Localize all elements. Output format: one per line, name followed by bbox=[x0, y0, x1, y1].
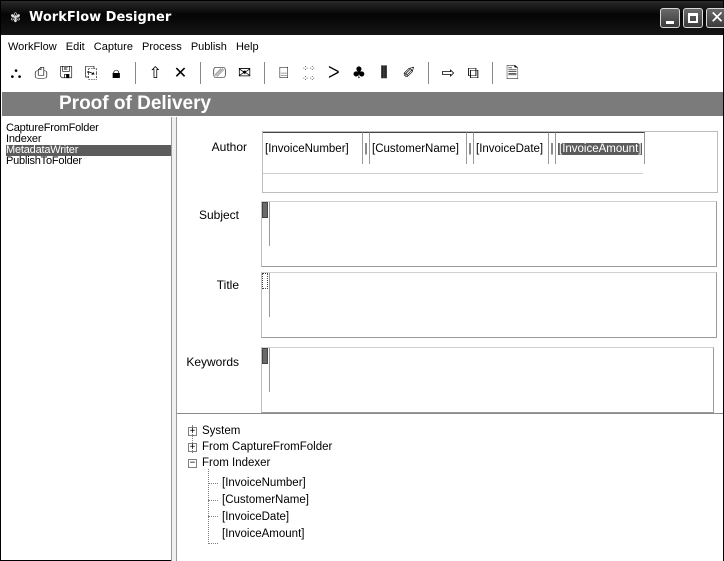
barcode-icon[interactable]: ⦀ bbox=[373, 61, 395, 85]
email-icon[interactable]: ✉ bbox=[234, 61, 256, 85]
maximize-button[interactable] bbox=[683, 8, 703, 28]
title-bar[interactable]: ✾ WorkFlow Designer ✕ bbox=[1, 1, 724, 35]
subject-label: Subject bbox=[198, 208, 239, 222]
author-label: Author bbox=[211, 140, 247, 154]
menu-publish[interactable]: Publish bbox=[188, 36, 230, 58]
save-as-icon[interactable]: ⎘ bbox=[80, 61, 102, 85]
keywords-field[interactable] bbox=[261, 347, 714, 413]
script-icon[interactable]: ✐ bbox=[398, 61, 420, 85]
title-cursor bbox=[262, 273, 268, 289]
author-field[interactable]: [InvoiceNumber] | [CustomerName] | [Invo… bbox=[262, 131, 718, 193]
tree-node-from-capture[interactable]: From CaptureFromFolder bbox=[202, 440, 332, 454]
close-button[interactable]: ✕ bbox=[706, 8, 724, 28]
new-workflow-icon[interactable]: ⛬ bbox=[5, 61, 27, 85]
menu-process[interactable]: Process bbox=[139, 36, 185, 58]
scan-icon[interactable]: ⌸ bbox=[273, 61, 295, 85]
toolbar-separator bbox=[263, 62, 265, 84]
toolbar-separator bbox=[428, 62, 430, 84]
expand-system-icon[interactable]: + bbox=[188, 427, 197, 436]
field-tree: + System + From CaptureFromFolder − From… bbox=[177, 413, 723, 561]
expand-capture-icon[interactable]: + bbox=[188, 443, 197, 452]
save-icon[interactable]: 🖫 bbox=[55, 61, 77, 85]
menu-help[interactable]: Help bbox=[233, 36, 262, 58]
tree-leaf-invoice-number[interactable]: [InvoiceNumber] bbox=[222, 476, 306, 490]
print-icon[interactable]: ⎙ bbox=[30, 61, 52, 85]
up-arrow-icon[interactable]: ⇧ bbox=[144, 61, 166, 85]
toolbar: ⛬ ⎙ 🖫 ⎘ 🔒︎ ⇧ ✕ ⎚ ✉ ⌸ ⁘⁘ ⁘⁘ ᐳ ♣ ⦀ ✐ ⇨ ⧉ 🗎︎ bbox=[1, 56, 723, 92]
workflow-step-list: CaptureFromFolder Indexer MetadataWriter… bbox=[6, 123, 172, 560]
app-icon: ✾ bbox=[10, 10, 21, 25]
meta-icon[interactable]: ♣ bbox=[348, 61, 370, 85]
window-title: WorkFlow Designer bbox=[29, 10, 172, 25]
menu-bar: WorkFlow Edit Capture Process Publish He… bbox=[1, 36, 723, 56]
publish-icon[interactable]: ⇨ bbox=[437, 61, 459, 85]
author-token[interactable]: [InvoiceNumber] bbox=[263, 132, 363, 164]
toolbar-separator bbox=[135, 62, 137, 84]
tree-node-system[interactable]: System bbox=[202, 424, 240, 438]
maximize-icon bbox=[688, 13, 698, 23]
lock-icon[interactable]: 🔒︎ bbox=[105, 61, 127, 85]
capture-folder-icon[interactable]: ⎚ bbox=[209, 61, 231, 85]
workflow-designer-window: ✾ WorkFlow Designer ✕ WorkFlow Edit Capt… bbox=[0, 0, 724, 561]
tree-connector bbox=[208, 469, 209, 544]
subject-cursor bbox=[262, 202, 268, 218]
keywords-cursor bbox=[262, 348, 268, 364]
tree-connector bbox=[208, 500, 218, 501]
minimize-icon bbox=[666, 21, 674, 24]
title-label: Title bbox=[216, 278, 239, 292]
menu-capture[interactable]: Capture bbox=[91, 36, 136, 58]
collapse-indexer-icon[interactable]: − bbox=[188, 459, 197, 468]
author-token-separator[interactable]: | bbox=[549, 132, 556, 164]
tree-leaf-invoice-amount[interactable]: [InvoiceAmount] bbox=[222, 527, 304, 541]
author-token[interactable]: [CustomerName] bbox=[370, 132, 467, 164]
author-token-separator[interactable]: | bbox=[363, 132, 370, 164]
title-field[interactable] bbox=[261, 272, 717, 338]
ocr-icon[interactable]: ⁘⁘ ⁘⁘ bbox=[298, 61, 320, 85]
tree-leaf-customer-name[interactable]: [CustomerName] bbox=[222, 493, 309, 507]
minimize-button[interactable] bbox=[660, 8, 680, 28]
delete-icon[interactable]: ✕ bbox=[169, 61, 191, 85]
author-token[interactable]: [InvoiceDate] bbox=[474, 132, 549, 164]
metadata-form: Author [InvoiceNumber] | [CustomerName] … bbox=[177, 117, 723, 413]
keywords-label: Keywords bbox=[186, 355, 239, 369]
workflow-header: Proof of Delivery bbox=[2, 92, 723, 116]
menu-workflow[interactable]: WorkFlow bbox=[5, 36, 60, 58]
author-token-selected[interactable]: [InvoiceAmount] bbox=[556, 132, 645, 164]
copy-icon[interactable]: ⧉ bbox=[462, 61, 484, 85]
author-token-separator[interactable]: | bbox=[467, 132, 474, 164]
tree-connector bbox=[208, 483, 218, 484]
tree-connector bbox=[208, 516, 218, 517]
close-icon: ✕ bbox=[710, 8, 724, 28]
tree-node-from-indexer[interactable]: From Indexer bbox=[202, 456, 270, 470]
menu-edit[interactable]: Edit bbox=[63, 36, 88, 58]
tree-connector bbox=[208, 543, 218, 544]
toolbar-separator bbox=[492, 62, 494, 84]
toolbar-separator bbox=[199, 62, 201, 84]
workflow-name: Proof of Delivery bbox=[59, 93, 212, 114]
tree-leaf-invoice-date[interactable]: [InvoiceDate] bbox=[222, 510, 289, 524]
signature-icon[interactable]: ᐳ bbox=[323, 61, 345, 85]
subject-field[interactable] bbox=[261, 201, 717, 267]
preview-icon[interactable]: 🗎︎ bbox=[501, 61, 523, 85]
grid-divider bbox=[263, 173, 643, 174]
step-publish-to-folder[interactable]: PublishToFolder bbox=[6, 156, 172, 167]
